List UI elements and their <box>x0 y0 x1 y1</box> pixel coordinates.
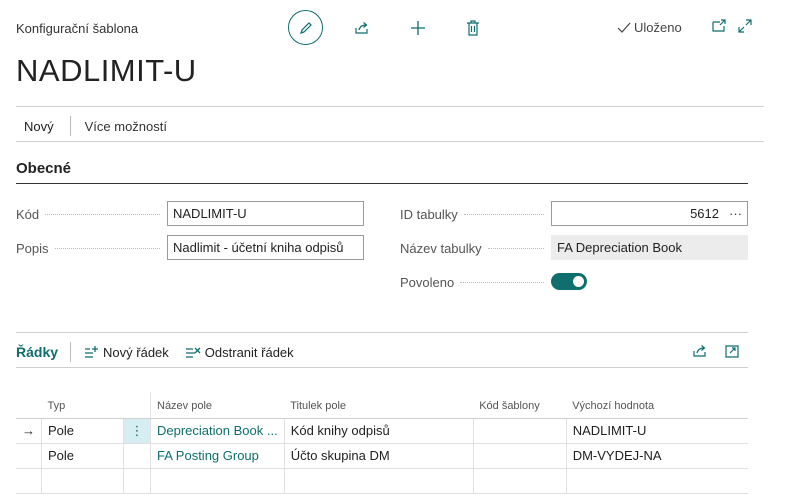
divider <box>16 332 748 333</box>
row-indicator <box>16 468 42 494</box>
row-menu-cell[interactable] <box>123 468 151 494</box>
template-code-cell[interactable] <box>473 418 567 444</box>
row-menu-cell[interactable] <box>123 443 151 469</box>
delete-line-icon <box>185 347 201 358</box>
expand-icon <box>738 19 752 33</box>
lines-table: Typ Název pole Titulek pole Kód šablony … <box>16 392 748 494</box>
type-cell[interactable] <box>41 468 124 494</box>
code-field[interactable]: NADLIMIT-U <box>167 201 364 226</box>
code-label-row: Kód <box>16 207 166 222</box>
table-row[interactable]: Pole FA Posting Group Účto skupina DM DM… <box>16 443 748 469</box>
pencil-icon <box>299 21 312 34</box>
field-caption-cell: Kód knihy odpisů <box>284 418 474 444</box>
section-title-general[interactable]: Obecné <box>16 160 71 177</box>
enabled-label-row: Povoleno <box>400 275 550 290</box>
lines-separator <box>70 342 72 362</box>
plus-icon <box>411 20 425 35</box>
default-value-cell[interactable]: NADLIMIT-U <box>566 418 748 444</box>
open-new-window-button[interactable] <box>711 18 727 37</box>
table-id-label-row: ID tabulky <box>400 207 550 222</box>
field-caption-cell <box>284 468 474 494</box>
field-caption-cell: Účto skupina DM <box>284 443 474 469</box>
open-in-new-icon <box>725 344 739 358</box>
enabled-toggle[interactable] <box>551 273 587 290</box>
table-row-empty[interactable] <box>16 468 748 494</box>
menu-header <box>123 392 151 419</box>
saved-status: Uloženo <box>617 20 682 35</box>
section-underline <box>16 183 748 184</box>
lines-title[interactable]: Řádky <box>16 344 58 360</box>
page-title: NADLIMIT-U <box>16 53 197 88</box>
field-name-cell[interactable] <box>150 468 285 494</box>
column-header-field-caption[interactable]: Titulek pole <box>284 392 474 419</box>
column-header-type[interactable]: Typ <box>41 392 124 419</box>
more-options-button[interactable]: Více možností <box>79 117 173 136</box>
enabled-label: Povoleno <box>400 275 455 290</box>
table-row[interactable]: → Pole ⋮ Depreciation Book ... Kód knihy… <box>16 418 748 444</box>
table-id-value: 5612 <box>690 206 719 221</box>
lines-toolbar: Řádky Nový řádek Odstranit řádek <box>16 342 748 362</box>
open-new-window-icon <box>712 19 726 32</box>
delete-button[interactable] <box>462 17 484 39</box>
table-id-label: ID tabulky <box>400 207 458 222</box>
saved-label: Uloženo <box>634 20 682 35</box>
lines-open-button[interactable] <box>724 343 740 362</box>
share-icon <box>693 344 706 357</box>
lines-share-button[interactable] <box>692 343 708 362</box>
row-menu-button[interactable]: ⋮ <box>123 418 151 444</box>
share-button[interactable] <box>351 17 373 39</box>
new-line-button[interactable]: Nový řádek <box>83 345 169 360</box>
type-cell[interactable]: Pole <box>41 443 124 469</box>
page-caption: Konfigurační šablona <box>16 21 139 36</box>
row-indicator <box>16 443 42 469</box>
divider <box>16 141 764 142</box>
template-code-cell[interactable] <box>473 468 567 494</box>
type-cell[interactable]: Pole <box>41 418 124 444</box>
divider <box>16 367 748 368</box>
column-header-template-code[interactable]: Kód šablony <box>473 392 567 419</box>
new-button[interactable]: Nový <box>16 117 62 136</box>
table-id-field[interactable]: 5612 ··· <box>551 201 748 226</box>
template-code-cell[interactable] <box>473 443 567 469</box>
code-label: Kód <box>16 207 40 222</box>
indicator-header <box>16 392 42 419</box>
table-id-lookup-button[interactable]: ··· <box>729 202 742 225</box>
default-value-cell[interactable]: DM-VYDEJ-NA <box>566 443 748 469</box>
new-line-icon <box>85 346 99 358</box>
column-header-default-value[interactable]: Výchozí hodnota <box>566 392 748 419</box>
add-button[interactable] <box>407 17 429 39</box>
new-line-label: Nový řádek <box>103 344 169 360</box>
row-indicator: → <box>16 418 42 444</box>
table-name-field: FA Depreciation Book <box>551 235 748 260</box>
table-name-label-row: Název tabulky <box>400 241 550 256</box>
delete-line-button[interactable]: Odstranit řádek <box>185 345 294 360</box>
delete-line-label: Odstranit řádek <box>204 344 294 360</box>
window-actions <box>711 18 753 37</box>
action-bar: Nový Více možností <box>16 116 173 136</box>
lines-right-actions <box>692 343 740 362</box>
field-name-cell[interactable]: Depreciation Book ... <box>150 418 285 444</box>
edit-button[interactable] <box>288 10 323 45</box>
share-icon <box>355 21 368 34</box>
action-separator <box>69 116 71 136</box>
table-name-label: Název tabulky <box>400 241 482 256</box>
trash-icon <box>467 19 479 36</box>
toggle-knob <box>573 276 584 287</box>
default-value-cell[interactable] <box>566 468 748 494</box>
field-name-cell[interactable]: FA Posting Group <box>150 443 285 469</box>
table-header-row: Typ Název pole Titulek pole Kód šablony … <box>16 392 748 419</box>
expand-button[interactable] <box>737 18 753 37</box>
divider <box>16 106 764 107</box>
checkmark-icon <box>617 22 631 33</box>
column-header-field-name[interactable]: Název pole <box>150 392 285 419</box>
description-label-row: Popis <box>16 241 166 256</box>
description-label: Popis <box>16 241 49 256</box>
top-actions <box>288 10 484 45</box>
description-field[interactable]: Nadlimit - účetní kniha odpisů <box>167 235 364 260</box>
